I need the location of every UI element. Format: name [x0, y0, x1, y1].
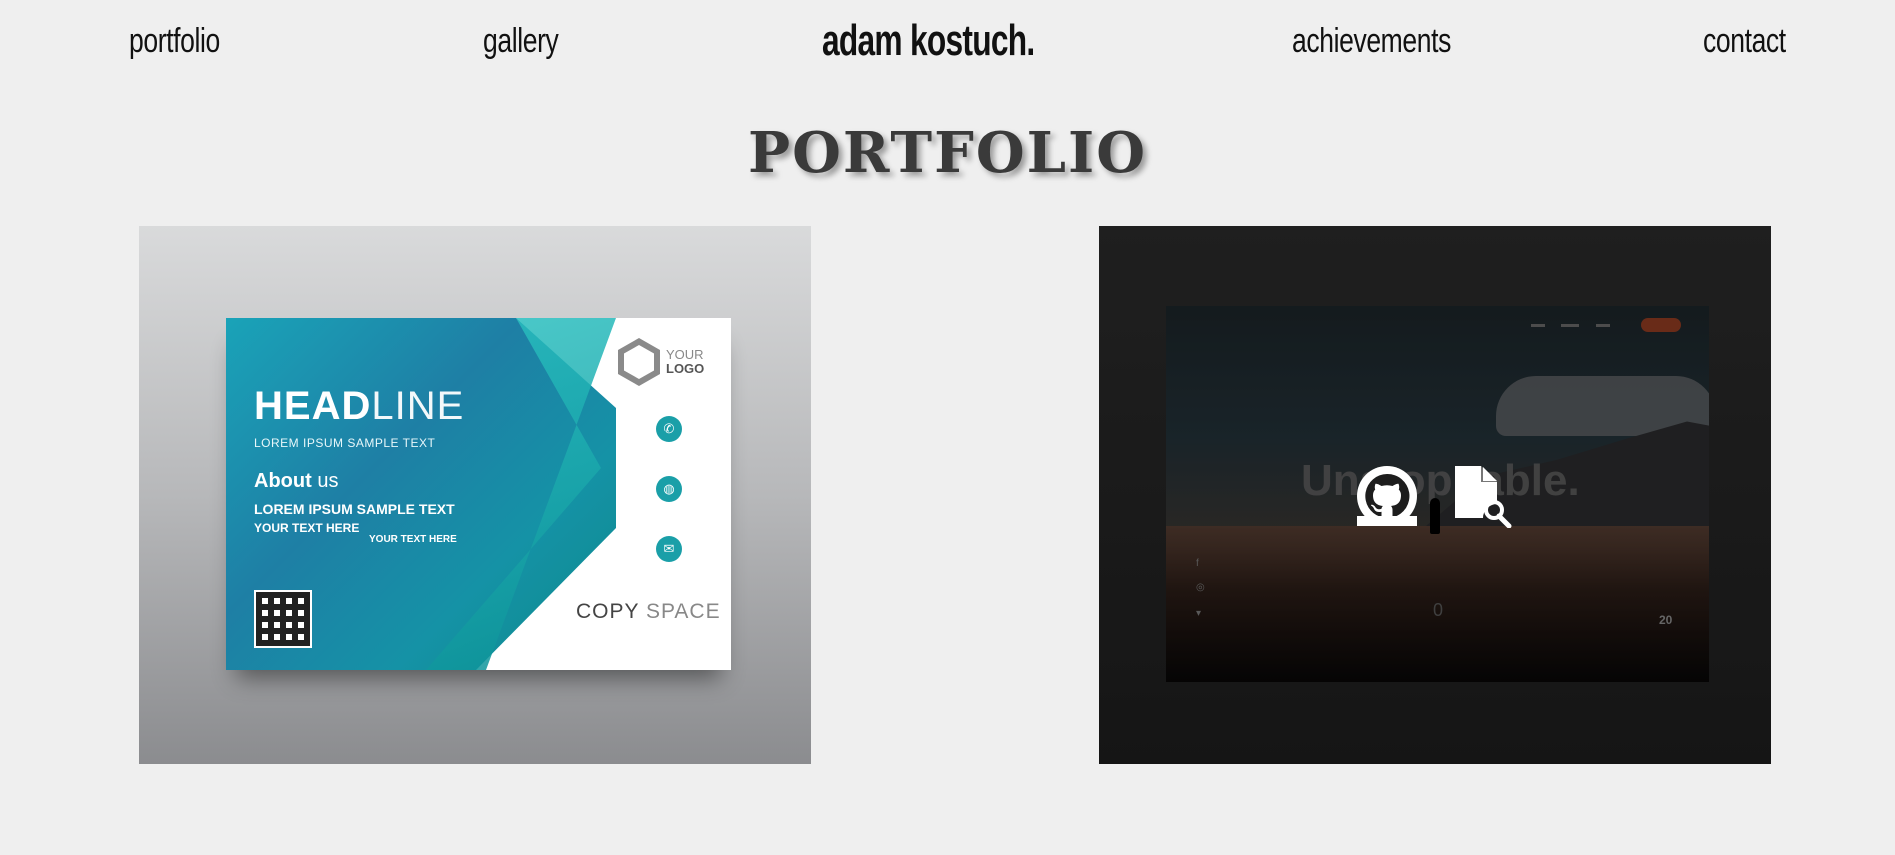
cube-logo-icon — [618, 338, 660, 386]
preview-headline: HEADLINE — [254, 384, 465, 428]
phone-icon: ✆ — [656, 416, 682, 442]
brand-logo[interactable]: adam kostuch. — [822, 16, 1035, 66]
nav-link-contact[interactable]: contact — [1703, 22, 1786, 61]
top-navigation: portfolio gallery adam kostuch. achievem… — [0, 0, 1895, 90]
brochure-preview-image: HEADLINE LOREM IPSUM SAMPLE TEXT About u… — [226, 318, 731, 670]
globe-icon: ◍ — [656, 476, 682, 502]
nav-link-gallery[interactable]: gallery — [483, 22, 559, 61]
nav-link-portfolio[interactable]: portfolio — [129, 22, 220, 61]
document-search-icon[interactable] — [1451, 464, 1515, 529]
github-icon[interactable] — [1357, 466, 1417, 526]
preview-your-text-2: YOUR TEXT HERE — [369, 534, 457, 545]
portfolio-card-brochure[interactable]: HEADLINE LOREM IPSUM SAMPLE TEXT About u… — [139, 226, 811, 764]
qr-code-icon — [254, 590, 312, 648]
preview-subtitle: LOREM IPSUM SAMPLE TEXT — [254, 436, 436, 450]
nav-link-achievements[interactable]: achievements — [1292, 22, 1451, 61]
preview-logo-text: YOUR LOGO — [666, 347, 705, 376]
portfolio-card-website[interactable]: Unstoppable. f ◎ ▾ 0 20 — [1099, 226, 1771, 764]
preview-about: About us — [254, 470, 339, 492]
mail-icon: ✉ — [656, 536, 682, 562]
page-title: PORTFOLIO — [747, 120, 1147, 186]
preview-lorem: LOREM IPSUM SAMPLE TEXT — [254, 501, 455, 517]
preview-copy-space: COPY SPACE — [576, 600, 721, 623]
card-hover-overlay — [1099, 226, 1771, 764]
preview-your-text: YOUR TEXT HERE — [254, 521, 360, 535]
